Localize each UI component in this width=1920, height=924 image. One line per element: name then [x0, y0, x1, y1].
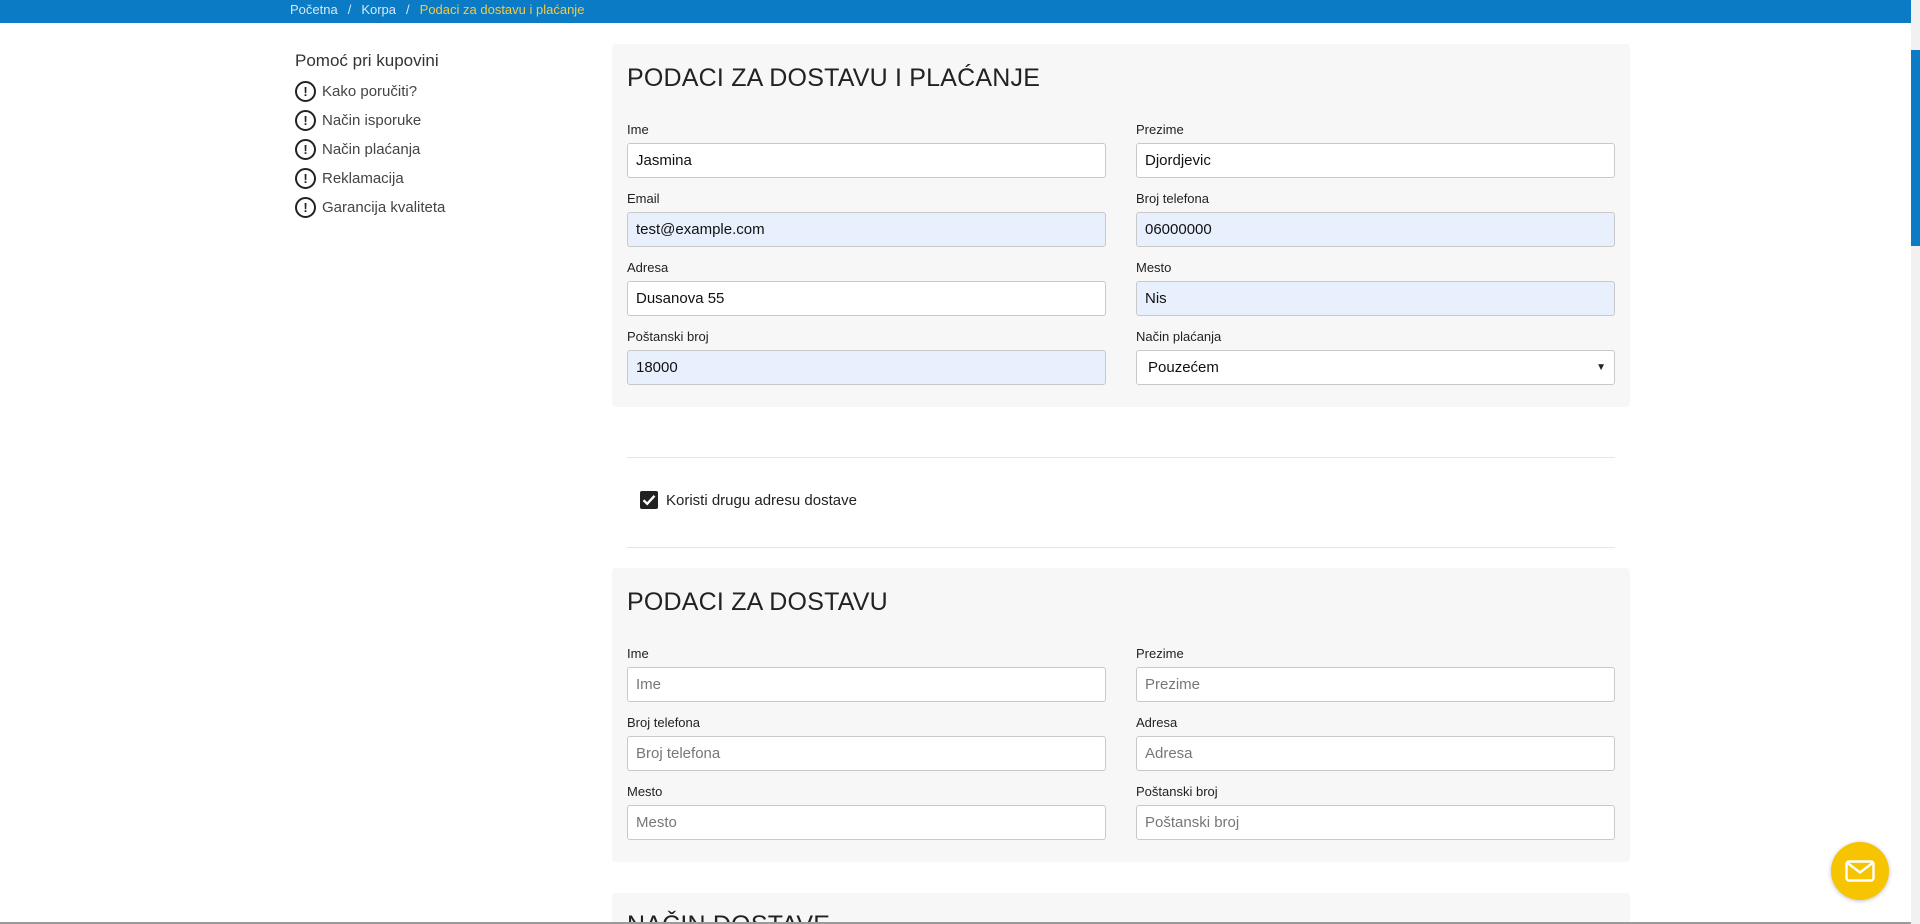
billing-city-input[interactable] — [1136, 281, 1615, 316]
delivery-phone-input[interactable] — [627, 736, 1106, 771]
billing-address-input[interactable] — [627, 281, 1106, 316]
help-item-label: Kako poručiti? — [322, 83, 418, 100]
help-item-label: Reklamacija — [322, 170, 404, 187]
field-label: Mesto — [1136, 260, 1172, 275]
billing-first-name-input[interactable] — [627, 143, 1106, 178]
field-label: Mesto — [627, 784, 663, 799]
alt-address-checkbox-row[interactable]: Koristi drugu adresu dostave — [640, 491, 857, 509]
help-item-label: Način plaćanja — [322, 141, 421, 158]
breadcrumb: Početna / Korpa / Podaci za dostavu i plaćan… — [290, 2, 584, 18]
delivery-last-name-field: Prezime — [1136, 646, 1615, 702]
exclamation-circle-icon: ! — [295, 81, 316, 102]
breadcrumb-separator: / — [347, 2, 352, 17]
delivery-postal-code-input[interactable] — [1136, 805, 1615, 840]
billing-postal-code-input[interactable] — [627, 350, 1106, 385]
delivery-panel: PODACI ZA DOSTAVU Ime Prezime Broj telef… — [612, 568, 1630, 862]
help-item-payment-method[interactable]: ! Način plaćanja — [295, 135, 555, 164]
breadcrumb-separator: / — [406, 2, 410, 17]
scrollbar-thumb[interactable] — [1911, 50, 1920, 246]
delivery-phone-field: Broj telefona — [627, 715, 1106, 771]
exclamation-circle-icon: ! — [295, 168, 316, 189]
billing-panel: PODACI ZA DOSTAVU I PLAĆANJE Ime Prezime… — [612, 44, 1630, 407]
delivery-first-name-field: Ime — [627, 646, 1106, 702]
payment-method-value: Pouzećem — [1148, 359, 1219, 376]
billing-first-name-field: Ime — [627, 122, 1106, 178]
delivery-title: PODACI ZA DOSTAVU — [627, 588, 888, 616]
field-label: Ime — [627, 646, 649, 661]
delivery-postal-code-field: Poštanski broj — [1136, 784, 1615, 840]
help-item-label: Način isporuke — [322, 112, 422, 129]
field-label: Broj telefona — [1136, 191, 1209, 206]
exclamation-circle-icon: ! — [295, 139, 316, 160]
sidebar-title: Pomoć pri kupovini — [295, 51, 439, 70]
divider — [627, 457, 1615, 458]
alt-address-checkbox-label: Koristi drugu adresu dostave — [666, 491, 857, 509]
billing-phone-input[interactable] — [1136, 212, 1615, 247]
billing-email-input[interactable] — [627, 212, 1106, 247]
help-item-delivery-method[interactable]: ! Način isporuke — [295, 106, 555, 135]
delivery-city-input[interactable] — [627, 805, 1106, 840]
delivery-last-name-input[interactable] — [1136, 667, 1615, 702]
checkbox-checked-icon[interactable] — [640, 491, 658, 509]
billing-postal-code-field: Poštanski broj — [627, 329, 1106, 385]
top-bar: Početna / Korpa / Podaci za dostavu i plaćan… — [0, 0, 1911, 23]
divider — [627, 547, 1615, 548]
billing-email-field: Email — [627, 191, 1106, 247]
help-item-label: Garancija kvaliteta — [322, 199, 446, 216]
billing-last-name-input[interactable] — [1136, 143, 1615, 178]
breadcrumb-home[interactable]: Početna — [290, 2, 338, 17]
field-label: Poštanski broj — [627, 329, 709, 344]
exclamation-circle-icon: ! — [295, 110, 316, 131]
delivery-address-input[interactable] — [1136, 736, 1615, 771]
page: Početna / Korpa / Podaci za dostavu i plaćan… — [0, 0, 1920, 924]
field-label: Način plaćanja — [1136, 329, 1222, 344]
delivery-address-field: Adresa — [1136, 715, 1615, 771]
mail-icon — [1845, 860, 1875, 882]
field-label: Email — [627, 191, 660, 206]
payment-method-select[interactable]: Pouzećem ▼ — [1136, 350, 1615, 385]
billing-title: PODACI ZA DOSTAVU I PLAĆANJE — [627, 64, 1041, 92]
field-label: Poštanski broj — [1136, 784, 1218, 799]
help-item-quality-guarantee[interactable]: ! Garancija kvaliteta — [295, 193, 555, 222]
contact-mail-button[interactable] — [1831, 842, 1889, 900]
exclamation-circle-icon: ! — [295, 197, 316, 218]
field-label: Prezime — [1136, 122, 1184, 137]
billing-address-field: Adresa — [627, 260, 1106, 316]
breadcrumb-cart[interactable]: Korpa — [361, 2, 396, 17]
help-item-complaints[interactable]: ! Reklamacija — [295, 164, 555, 193]
breadcrumb-current: Podaci za dostavu i plaćanje — [419, 2, 585, 17]
billing-last-name-field: Prezime — [1136, 122, 1615, 178]
billing-phone-field: Broj telefona — [1136, 191, 1615, 247]
billing-city-field: Mesto — [1136, 260, 1615, 316]
field-label: Adresa — [627, 260, 669, 275]
help-item-how-to-order[interactable]: ! Kako poručiti? — [295, 77, 555, 106]
field-label: Adresa — [1136, 715, 1178, 730]
delivery-city-field: Mesto — [627, 784, 1106, 840]
payment-method-field: Način plaćanja Pouzećem ▼ — [1136, 329, 1615, 385]
help-sidebar: Pomoć pri kupovini ! Kako poručiti? ! Na… — [295, 51, 555, 222]
shipping-method-panel: NAČIN DOSTAVE — [612, 893, 1630, 924]
caret-down-icon: ▼ — [1596, 362, 1606, 373]
field-label: Broj telefona — [627, 715, 700, 730]
field-label: Prezime — [1136, 646, 1184, 661]
field-label: Ime — [627, 122, 649, 137]
delivery-first-name-input[interactable] — [627, 667, 1106, 702]
